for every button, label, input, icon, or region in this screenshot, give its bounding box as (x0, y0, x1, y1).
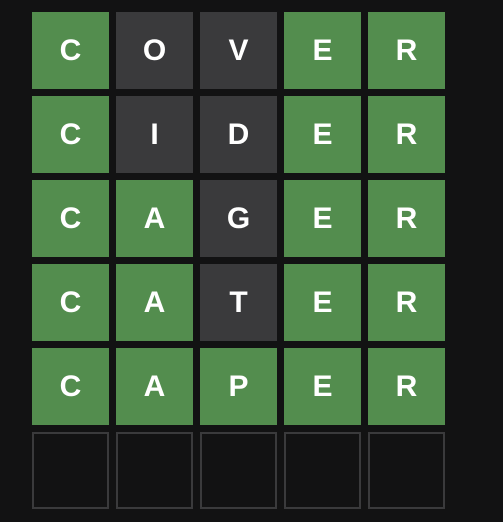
letter-tile: C (32, 264, 109, 341)
letter-tile: C (32, 96, 109, 173)
letter-tile: A (116, 180, 193, 257)
empty-tile (284, 432, 361, 509)
letter-tile: R (368, 348, 445, 425)
letter-tile: A (116, 264, 193, 341)
empty-tile (200, 432, 277, 509)
letter-tile: E (284, 264, 361, 341)
letter-tile: I (116, 96, 193, 173)
letter-tile: P (200, 348, 277, 425)
letter-tile: G (200, 180, 277, 257)
letter-tile: T (200, 264, 277, 341)
letter-tile: C (32, 180, 109, 257)
letter-tile: C (32, 348, 109, 425)
letter-tile: D (200, 96, 277, 173)
letter-tile: E (284, 348, 361, 425)
game-board: COVERCIDERCAGERCATERCAPER (32, 12, 445, 509)
empty-tile (116, 432, 193, 509)
letter-tile: E (284, 96, 361, 173)
letter-tile: R (368, 96, 445, 173)
empty-tile (32, 432, 109, 509)
letter-tile: R (368, 180, 445, 257)
letter-tile: V (200, 12, 277, 89)
letter-tile: A (116, 348, 193, 425)
letter-tile: O (116, 12, 193, 89)
letter-tile: E (284, 12, 361, 89)
empty-tile (368, 432, 445, 509)
letter-tile: E (284, 180, 361, 257)
letter-tile: R (368, 264, 445, 341)
letter-tile: R (368, 12, 445, 89)
letter-tile: C (32, 12, 109, 89)
